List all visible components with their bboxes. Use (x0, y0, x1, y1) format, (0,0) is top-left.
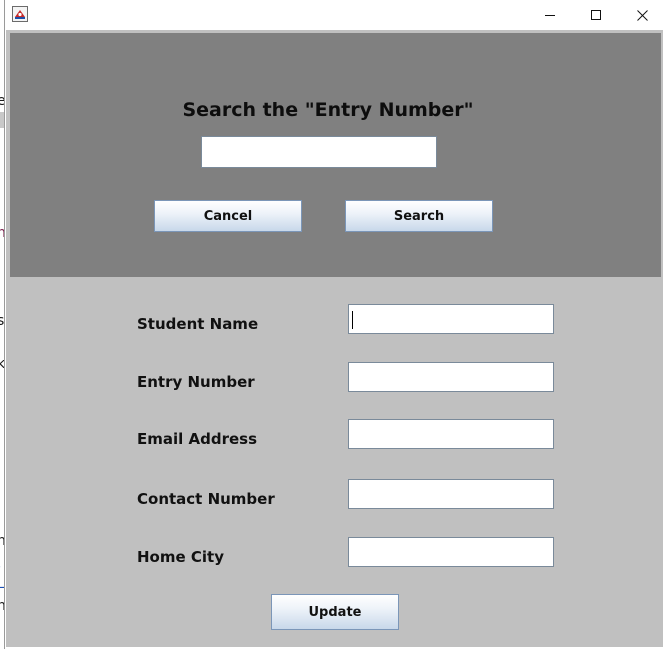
text-cursor (352, 311, 353, 329)
student-name-input[interactable] (348, 304, 554, 334)
search-panel: Search the "Entry Number" Cancel Search (10, 33, 661, 277)
entry-number-input[interactable] (348, 362, 554, 392)
app-window: Search the "Entry Number" Cancel Search … (4, 0, 663, 649)
background-text-fragment: , (0, 556, 1, 572)
maximize-icon (591, 10, 601, 20)
background-text-fragment: i (0, 201, 1, 217)
cancel-button[interactable]: Cancel (154, 200, 302, 232)
title-bar[interactable] (5, 0, 663, 30)
close-button[interactable] (619, 0, 663, 30)
home-city-label: Home City (137, 548, 224, 566)
contact-number-label: Contact Number (137, 490, 275, 508)
content-pane: Search the "Entry Number" Cancel Search … (6, 30, 663, 647)
minimize-icon (545, 15, 555, 16)
student-name-label: Student Name (137, 315, 259, 333)
minimize-button[interactable] (527, 0, 573, 30)
home-city-input[interactable] (348, 537, 554, 567)
maximize-button[interactable] (573, 0, 619, 30)
search-title: Search the "Entry Number" (182, 99, 474, 121)
close-icon (636, 9, 648, 21)
entry-number-label: Entry Number (137, 373, 255, 391)
search-button[interactable]: Search (345, 200, 493, 232)
background-text-fragment: i (0, 335, 1, 351)
java-app-icon[interactable] (12, 6, 28, 22)
contact-number-input[interactable] (348, 479, 554, 509)
entry-number-search-input[interactable] (201, 136, 437, 168)
update-button[interactable]: Update (271, 594, 399, 630)
email-address-label: Email Address (137, 430, 258, 448)
email-address-input[interactable] (348, 419, 554, 449)
